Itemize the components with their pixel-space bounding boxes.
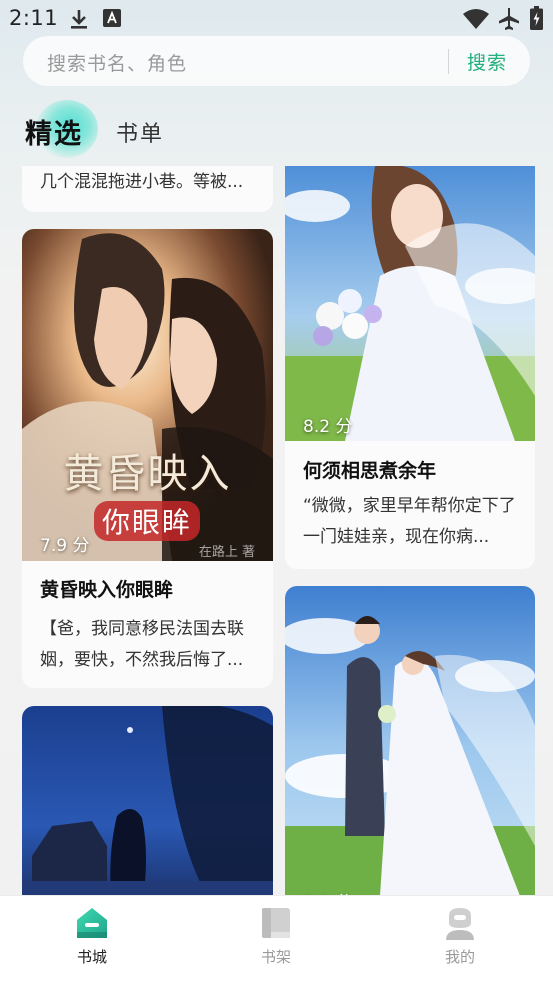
tab-featured[interactable]: 精选 — [25, 112, 83, 151]
status-bar: 2:11 — [0, 0, 553, 36]
nav-label-bookstore: 书城 — [76, 948, 107, 966]
search-divider — [448, 49, 449, 74]
book-description: “微微，家里早年帮你定下了一门娃娃亲，现在你病... — [303, 496, 516, 547]
book-title: 何须相思煮余年 — [303, 460, 437, 482]
book-score: 7.9 分 — [40, 536, 90, 556]
book-cover-image: 8.2 分 — [285, 166, 535, 441]
nav-bookstore[interactable]: 书城 — [32, 896, 152, 983]
bookshelf-icon — [259, 906, 293, 940]
nav-bookshelf[interactable]: 书架 — [216, 896, 336, 983]
book-card-partial[interactable]: 几个混混拖进小巷。等被... — [22, 166, 273, 212]
bookstore-icon — [75, 906, 109, 940]
battery-charging-icon — [530, 6, 543, 34]
wifi-icon — [463, 9, 489, 33]
search-button[interactable]: 搜索 — [467, 48, 507, 75]
book-cover-image — [22, 706, 273, 906]
tab-booklist[interactable]: 书单 — [116, 116, 164, 148]
airplane-mode-icon — [497, 7, 521, 35]
book-description: 【爸，我同意移民法国去联姻，要快，不然我后悔了... — [40, 619, 244, 670]
book-card[interactable]: 8.2 分 何须相思煮余年 “微微，家里早年帮你定下了一门娃娃亲，现在你病... — [285, 166, 535, 569]
status-time: 2:11 — [9, 6, 59, 30]
book-title: 黄昏映入你眼眸 — [40, 579, 174, 601]
book-description: 几个混混拖进小巷。等被... — [40, 172, 244, 192]
cover-subtitle: 你眼眸 — [94, 501, 201, 541]
book-cover-image: 7.5 分 — [285, 586, 535, 906]
book-score: 8.2 分 — [303, 417, 353, 437]
book-card[interactable] — [22, 706, 273, 906]
nav-label-bookshelf: 书架 — [260, 948, 291, 966]
profile-icon — [443, 906, 477, 940]
text-notification-icon — [103, 9, 121, 31]
search-input[interactable]: 搜索书名、角色 — [47, 49, 187, 76]
book-cover-image: 黄昏映入 你眼眸 在路上 著 7.9 分 — [22, 229, 273, 561]
cover-author: 在路上 著 — [198, 545, 255, 560]
nav-label-profile: 我的 — [444, 948, 475, 966]
book-card[interactable]: 7.5 分 — [285, 586, 535, 906]
bottom-navigation: 书城 书架 我的 — [0, 895, 553, 983]
search-bar[interactable]: 搜索书名、角色 搜索 — [23, 36, 530, 86]
nav-profile[interactable]: 我的 — [400, 896, 520, 983]
cover-title: 黄昏映入 — [63, 451, 232, 497]
book-card[interactable]: 黄昏映入 你眼眸 在路上 著 7.9 分 黄昏映入你眼眸 【爸，我同意移民法国去… — [22, 229, 273, 688]
download-icon — [68, 8, 90, 34]
